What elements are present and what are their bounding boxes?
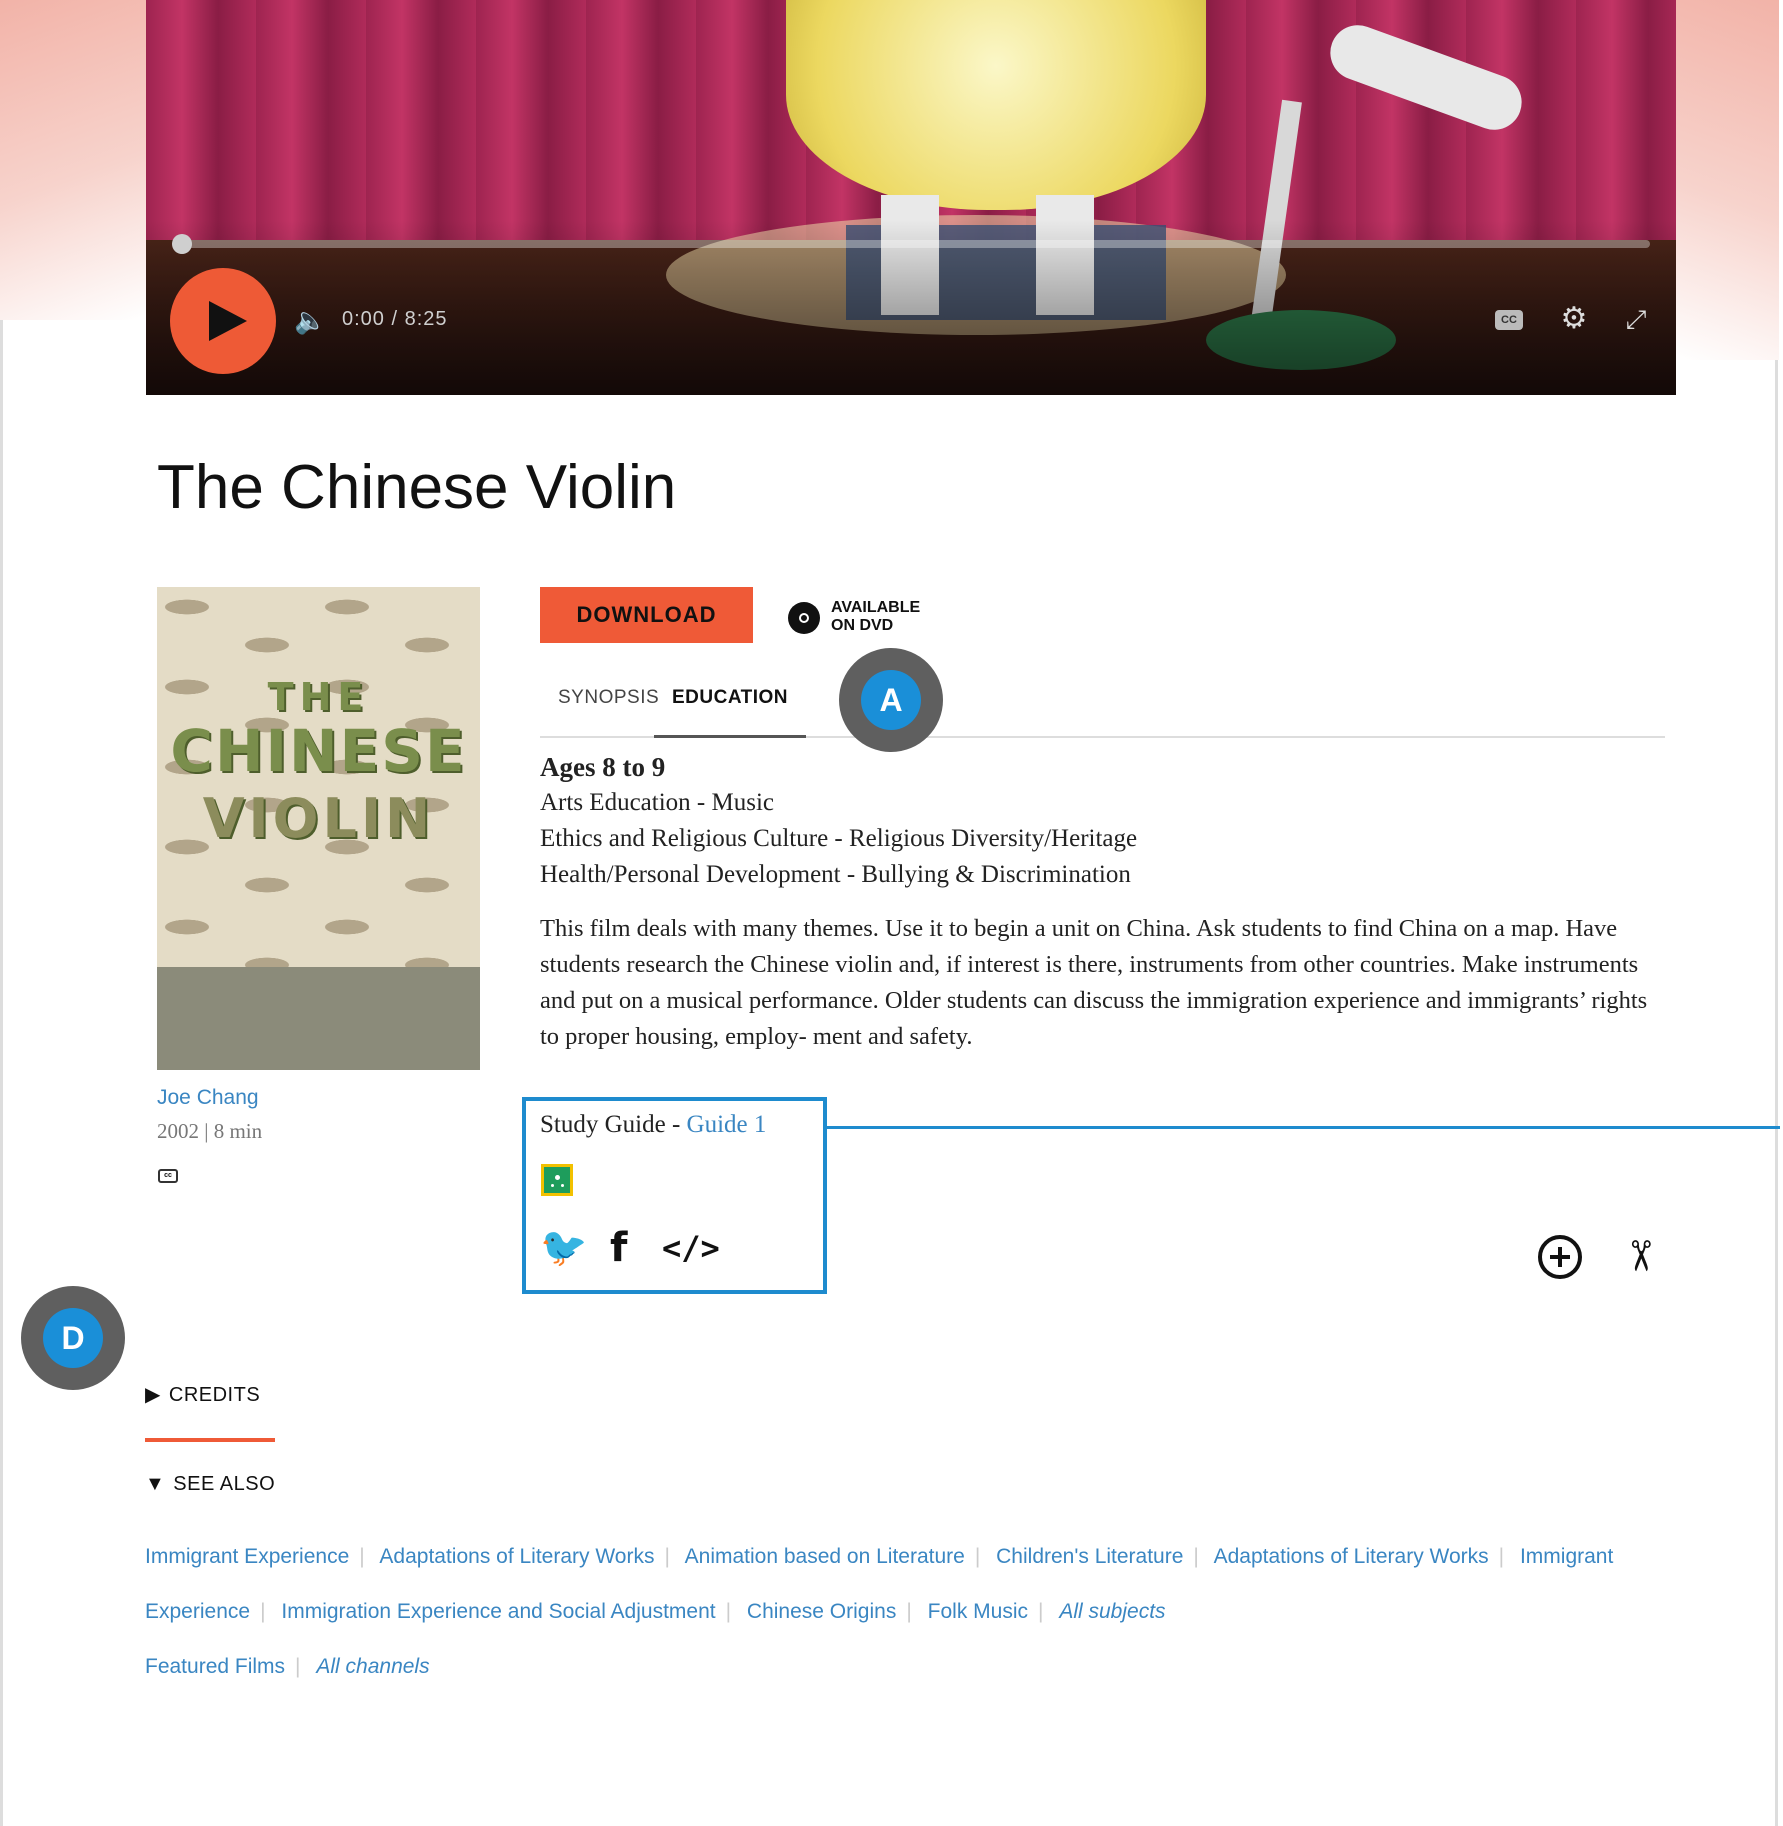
scissors-icon[interactable]: ✂	[1614, 1230, 1666, 1282]
video-player[interactable]: 🔈 0:00 / 8:25 CC ⚙ ⤢	[146, 0, 1676, 395]
director-link[interactable]: Joe Chang	[157, 1086, 259, 1110]
see-also-links-row: Featured Films | All channels	[145, 1655, 1685, 1679]
subject-link[interactable]: Immigrant Experience	[145, 1545, 349, 1568]
channel-link[interactable]: Featured Films	[145, 1655, 285, 1678]
film-poster: THE CHINESE VIOLIN	[157, 587, 480, 1070]
tab-synopsis[interactable]: SYNOPSIS	[558, 670, 659, 736]
fullscreen-icon[interactable]: ⤢	[1620, 303, 1652, 335]
link-separator: |	[1193, 1545, 1199, 1568]
subject-link[interactable]: Folk Music	[928, 1600, 1028, 1623]
annotation-badge-a: A	[839, 648, 943, 752]
link-separator: |	[295, 1655, 301, 1678]
subject-link[interactable]: Immigrant	[1520, 1545, 1613, 1568]
content-tabs: SYNOPSIS EDUCATION	[540, 670, 1665, 738]
annotation-badge-d: D	[21, 1286, 125, 1390]
credits-label: CREDITS	[168, 1384, 261, 1406]
see-also-links-row: Experience | Immigration Experience and S…	[145, 1600, 1685, 1624]
link-separator: |	[906, 1600, 912, 1623]
gear-icon[interactable]: ⚙	[1558, 303, 1590, 335]
background-art-right	[1675, 0, 1779, 360]
download-button[interactable]: DOWNLOAD	[540, 587, 753, 643]
link-separator: |	[359, 1545, 365, 1568]
triangle-down-icon: ▼	[145, 1473, 166, 1495]
subject-item: Ethics and Religious Culture - Religious…	[540, 825, 1138, 852]
subject-link[interactable]: Immigration Experience and Social Adjust…	[281, 1600, 715, 1623]
subject-link[interactable]: Adaptations of Literary Works	[379, 1545, 654, 1568]
volume-icon[interactable]: 🔈	[294, 305, 328, 335]
triangle-right-icon: ▶	[145, 1384, 161, 1406]
add-to-playlist-icon[interactable]	[1538, 1235, 1582, 1279]
education-description: This film deals with many themes. Use it…	[540, 915, 1648, 1050]
poster-title-line: THE	[267, 675, 370, 719]
see-also-links-row: Immigrant Experience | Adaptations of Lit…	[145, 1545, 1685, 1569]
all-channels-link[interactable]: All channels	[316, 1655, 429, 1678]
subject-item: Arts Education - Music	[540, 789, 774, 816]
progress-handle[interactable]	[172, 234, 192, 254]
twitter-icon[interactable]: 🐦	[540, 1226, 587, 1270]
dvd-icon	[788, 602, 820, 634]
film-meta: 2002 | 8 min	[157, 1119, 263, 1143]
subject-link[interactable]: Chinese Origins	[747, 1600, 896, 1623]
subject-link[interactable]: Children's Literature	[996, 1545, 1183, 1568]
closed-captions-button[interactable]: CC	[1495, 310, 1523, 330]
embed-icon[interactable]: </>	[662, 1226, 720, 1270]
poster-title-line: CHINESE	[170, 717, 467, 785]
dvd-label-line1: AVAILABLE	[831, 599, 921, 616]
tab-education[interactable]: EDUCATION	[653, 670, 807, 738]
study-guide-label: Study Guide -	[540, 1111, 687, 1138]
annotation-badge-d-label: D	[43, 1308, 103, 1368]
facebook-icon[interactable]: f	[610, 1226, 627, 1270]
link-separator: |	[260, 1600, 266, 1623]
play-button[interactable]	[170, 268, 276, 374]
link-separator: |	[664, 1545, 670, 1568]
time-display: 0:00 / 8:25	[342, 308, 448, 330]
subject-link[interactable]: Animation based on Literature	[685, 1545, 965, 1568]
poster-title-line: VIOLIN	[202, 787, 435, 850]
study-guide: Study Guide - Guide 1	[540, 1111, 766, 1139]
age-range: Ages 8 to 9	[540, 752, 666, 782]
google-classroom-icon[interactable]	[541, 1164, 573, 1196]
all-subjects-link[interactable]: All subjects	[1059, 1600, 1165, 1623]
credits-underline	[145, 1438, 275, 1442]
study-guide-link[interactable]: Guide 1	[687, 1111, 767, 1138]
dvd-label-line2: ON DVD	[831, 617, 894, 634]
background-art-left	[0, 0, 146, 320]
closed-captions-icon: cc	[158, 1169, 178, 1183]
dvd-availability[interactable]: AVAILABLE ON DVD	[831, 599, 920, 635]
callout-leader-line	[827, 1126, 1780, 1129]
annotation-badge-a-label: A	[861, 670, 921, 730]
link-separator: |	[1498, 1545, 1505, 1568]
poster-ground	[157, 967, 480, 1070]
page-title: The Chinese Violin	[157, 453, 677, 522]
link-separator: |	[725, 1600, 732, 1623]
link-separator: |	[1038, 1600, 1044, 1623]
see-also-toggle[interactable]: ▼ SEE ALSO	[145, 1473, 275, 1496]
link-separator: |	[974, 1545, 981, 1568]
credits-toggle[interactable]: ▶ CREDITS	[145, 1382, 260, 1407]
education-panel: Ages 8 to 9 Arts Education - Music Ethic…	[540, 752, 1670, 1055]
see-also-label: SEE ALSO	[173, 1473, 276, 1495]
progress-bar[interactable]	[180, 240, 1650, 248]
subject-item: Health/Personal Development - Bullying &…	[540, 861, 1131, 888]
subject-link[interactable]: Adaptations of Literary Works	[1214, 1545, 1489, 1568]
subject-link[interactable]: Experience	[145, 1600, 250, 1623]
